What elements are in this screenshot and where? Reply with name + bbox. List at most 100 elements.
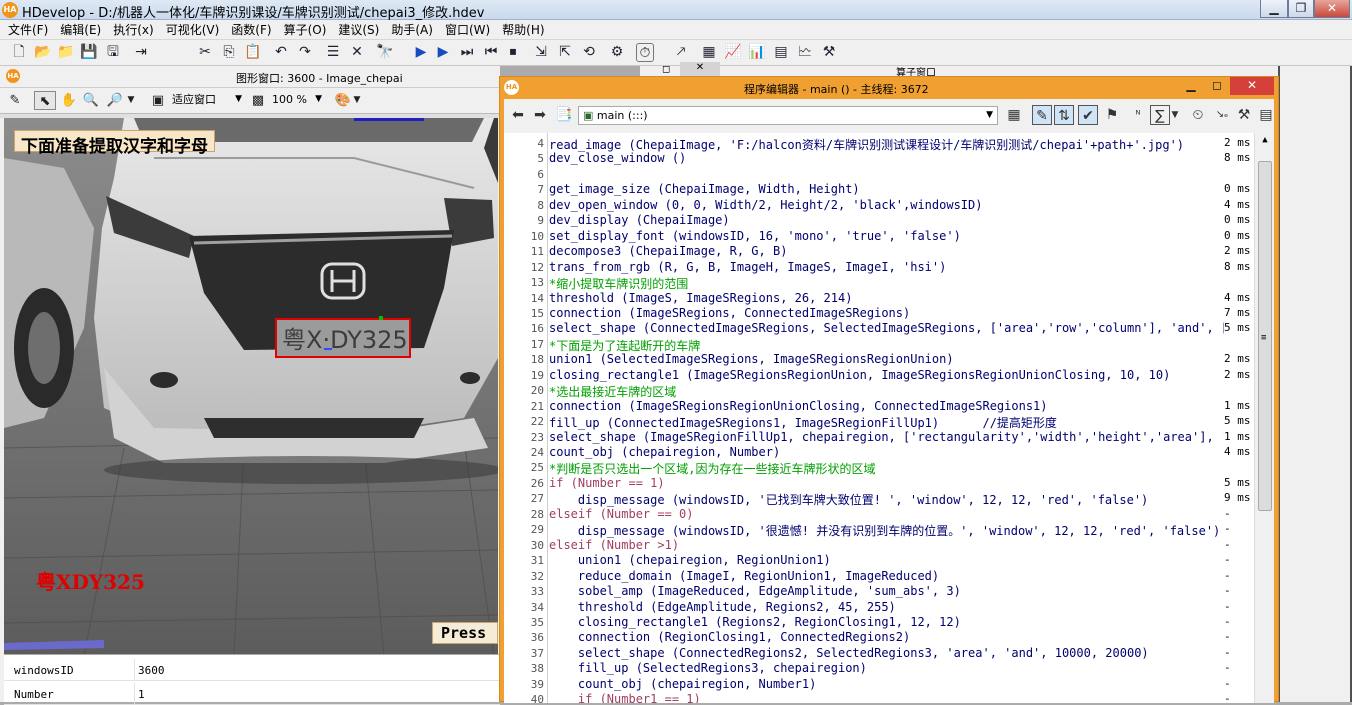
zoom-percent-combo[interactable]: 100 % ▼	[268, 91, 324, 110]
line-numbers-icon[interactable]: ᴺ	[1128, 105, 1148, 125]
menu-function[interactable]: 函数(F)	[225, 20, 277, 40]
image-canvas[interactable]: 粤X·DY325 下面准备提取汉字和字母 粤XDY325 Press	[4, 118, 498, 656]
sum-icon[interactable]: ∑	[1150, 105, 1170, 125]
copy-icon[interactable]: ⎘	[220, 43, 238, 62]
open-file-icon[interactable]: 📂	[34, 43, 52, 62]
restore-icon[interactable]: ◻	[662, 64, 670, 75]
menu-suggest[interactable]: 建议(S)	[332, 20, 385, 40]
close-icon[interactable]: ✕	[680, 62, 720, 76]
scroll-up-icon[interactable]: ▲	[1257, 135, 1273, 149]
code-line[interactable]: count_obj (chepairegion, Number1)	[549, 677, 816, 691]
activate-line-icon[interactable]: ☰	[324, 43, 342, 62]
procedure-icon[interactable]: 📑	[554, 105, 574, 125]
vertical-scrollbar[interactable]: ▲ ≡	[1254, 133, 1274, 703]
code-line[interactable]: fill_up (SelectedRegions3, chepairegion)	[549, 661, 867, 675]
procedure-selector[interactable]: ▣ main (:::) ▼	[578, 106, 998, 125]
run-icon[interactable]: ▶	[412, 43, 430, 62]
line-profile-icon[interactable]: 📈	[724, 43, 742, 62]
feature-inspection-icon[interactable]: ▤	[772, 43, 790, 62]
color-settings-icon[interactable]: 🎨	[334, 91, 352, 110]
back-arrow-icon[interactable]: ⬅	[508, 105, 528, 125]
menu-assistant[interactable]: 助手(A)	[385, 20, 439, 40]
code-line[interactable]: disp_message (windowsID, '已找到车牌大致位置! ', …	[549, 491, 1148, 508]
chevron-down-icon[interactable]: ▼	[1170, 105, 1180, 125]
paste-icon[interactable]: 📋	[244, 43, 262, 62]
export-icon[interactable]: ⇥	[132, 43, 150, 62]
activate-toggle-icon[interactable]: ✎	[1032, 105, 1052, 125]
profiler-icon[interactable]: ⏱	[636, 43, 654, 62]
open-example-icon[interactable]: 📁	[57, 43, 75, 62]
code-line[interactable]: if (Number1 == 1)	[549, 692, 701, 703]
menu-execute[interactable]: 执行(x)	[107, 20, 159, 40]
find-icon[interactable]: 🔭	[376, 43, 394, 62]
stop-icon[interactable]: ⏹	[504, 43, 522, 62]
maximize-icon[interactable]: ◻	[1206, 77, 1228, 95]
menu-help[interactable]: 帮助(H)	[496, 20, 550, 40]
minimize-button[interactable]: ▁	[1260, 0, 1288, 18]
close-icon[interactable]: ✕	[1230, 77, 1274, 95]
code-line[interactable]: *缩小提取车牌识别的范围	[549, 275, 688, 292]
forward-arrow-icon[interactable]: ➡	[530, 105, 550, 125]
code-line[interactable]: select_shape (ConnectedImageSRegions, Se…	[549, 321, 1243, 335]
code-line[interactable]: reduce_domain (ImageI, RegionUnion1, Ima…	[549, 569, 939, 583]
redo-icon[interactable]: ↷	[296, 43, 314, 62]
maximize-button[interactable]: ❐	[1288, 0, 1314, 18]
code-line[interactable]: get_image_size (ChepaiImage, Width, Heig…	[549, 182, 860, 196]
gray-histogram-icon[interactable]: 📊	[748, 43, 766, 62]
code-editor[interactable]: 4 5 6 7 8 9 10 11 12 13 14 15 16 17 18 19 20 21 22 23 24 25 26…	[504, 133, 1274, 703]
code-line[interactable]: connection (ImageSRegions, ConnectedImag…	[549, 306, 910, 320]
code-line[interactable]: select_shape (ImageSRegionFillUp1, chepa…	[549, 430, 1243, 444]
run-to-icon[interactable]: ▶	[434, 43, 452, 62]
code-line[interactable]: *下面是为了连起断开的车牌	[549, 337, 700, 354]
tools-icon[interactable]: ⚒	[1234, 105, 1254, 125]
new-file-icon[interactable]: 🗋	[10, 43, 28, 62]
histogram-icon[interactable]: ▦	[700, 43, 718, 62]
program-settings-icon[interactable]: ⚙	[608, 43, 626, 62]
magnify-icon[interactable]: 🔍	[82, 91, 100, 110]
print-icon[interactable]: ▤	[1256, 105, 1276, 125]
region-inspect-icon[interactable]: ⚒	[820, 43, 838, 62]
variable-row[interactable]: windowsID 3600	[4, 659, 500, 681]
pan-hand-icon[interactable]: ✋	[60, 91, 78, 110]
code-line[interactable]: fill_up (ConnectedImageSRegions1, ImageS…	[549, 414, 1057, 431]
menu-visualize[interactable]: 可视化(V)	[160, 20, 226, 40]
step-forward-icon[interactable]: ⇲	[532, 43, 550, 62]
check-toggle-icon[interactable]: ✔	[1078, 105, 1098, 125]
code-line[interactable]: connection (ImageSRegionsRegionUnionClos…	[549, 399, 1048, 413]
step-out-icon[interactable]: ⇱	[556, 43, 574, 62]
reset-program-icon[interactable]: ⟲	[580, 43, 598, 62]
undo-icon[interactable]: ↶	[272, 43, 290, 62]
code-line[interactable]: union1 (SelectedImageSRegions, ImageSReg…	[549, 352, 954, 366]
assistant-icon[interactable]: 🡕	[672, 43, 690, 62]
edit-interface-icon[interactable]: ▦	[1004, 105, 1024, 125]
menu-window[interactable]: 窗口(W)	[439, 20, 496, 40]
code-line[interactable]: decompose3 (ChepaiImage, R, G, B)	[549, 244, 787, 258]
chevron-down-icon[interactable]: ▼	[126, 91, 136, 110]
code-line[interactable]: dev_open_window (0, 0, Width/2, Height/2…	[549, 198, 982, 212]
code-line[interactable]: dev_close_window ()	[549, 151, 686, 165]
press-prompt[interactable]: Press	[432, 622, 498, 644]
code-line[interactable]: elseif (Number >1)	[549, 538, 679, 552]
code-line[interactable]: connection (RegionClosing1, ConnectedReg…	[549, 630, 910, 644]
code-line[interactable]: count_obj (chepairegion, Number)	[549, 445, 780, 459]
code-line[interactable]: union1 (chepairegion, RegionUnion1)	[549, 553, 831, 567]
breakpoint-toggle-icon[interactable]: ⇅	[1054, 105, 1074, 125]
code-line[interactable]: *选出最接近车牌的区域	[549, 383, 676, 400]
code-line[interactable]: read_image (ChepaiImage, 'F:/halcon资料/车牌…	[549, 136, 1184, 153]
save-icon[interactable]: 💾	[80, 43, 98, 62]
code-line[interactable]: threshold (EdgeAmplitude, Regions2, 45, …	[549, 600, 896, 614]
zoom-icon[interactable]: 🔎	[106, 91, 124, 110]
code-line[interactable]: if (Number == 1)	[549, 476, 665, 490]
menu-edit[interactable]: 编辑(E)	[54, 20, 107, 40]
execution-time-icon[interactable]: ⏲	[1188, 105, 1208, 125]
step-into-icon[interactable]: ⏮	[482, 43, 500, 62]
pointer-icon[interactable]: ⬉	[34, 91, 56, 110]
close-button[interactable]: ✕	[1314, 0, 1350, 18]
cut-icon[interactable]: ✂	[196, 43, 214, 62]
code-line[interactable]: trans_from_rgb (R, G, B, ImageH, ImageS,…	[549, 260, 946, 274]
analyze-icon[interactable]: ⚑	[1102, 105, 1122, 125]
menu-operator[interactable]: 算子(O)	[278, 20, 333, 40]
code-line[interactable]: sobel_amp (ImageReduced, EdgeAmplitude, …	[549, 584, 961, 598]
step-over-icon[interactable]: ⏭	[458, 43, 476, 62]
code-line[interactable]: elseif (Number == 0)	[549, 507, 694, 521]
